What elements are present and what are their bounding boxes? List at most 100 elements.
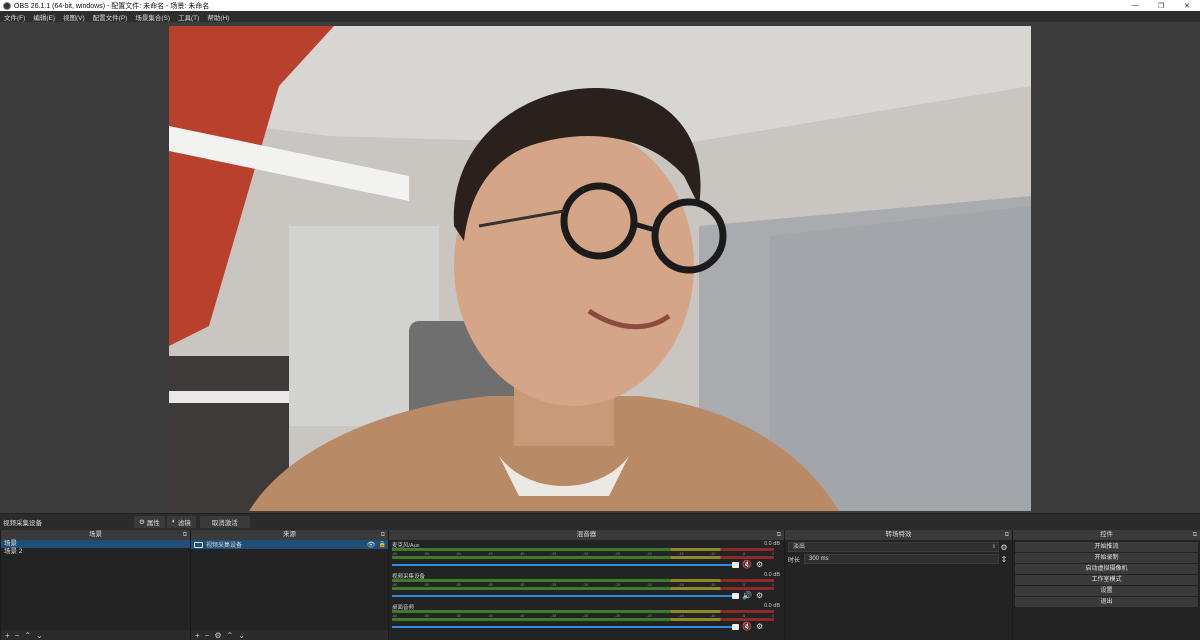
source-item[interactable]: 视频采集设备 👁 🔒: [191, 540, 388, 549]
volume-meter: [392, 579, 774, 582]
volume-meter: [392, 556, 774, 559]
volume-slider-handle[interactable]: [732, 623, 739, 630]
move-down-icon[interactable]: ⌄: [238, 631, 245, 640]
properties-button[interactable]: ⚙ 属性: [134, 515, 165, 528]
sources-list: 视频采集设备 👁 🔒: [191, 540, 388, 630]
close-button[interactable]: ✕: [1174, 0, 1200, 11]
menu-scene-collection[interactable]: 场景集合(S): [131, 12, 174, 22]
speaker-icon[interactable]: 🔊: [742, 591, 752, 600]
transitions-dock: 转场特效 ⧉ 淡出 ⇕ ⚙ 时长 300 ms ⇕: [784, 530, 1012, 640]
menu-tools[interactable]: 工具(T): [174, 12, 203, 22]
undock-icon[interactable]: ⧉: [183, 530, 187, 540]
controls-dock: 控件 ⧉ 开始推流 开始录制 启动虚拟摄像机 工作室模式 设置 退出: [1012, 530, 1200, 640]
meter-scale: -60 -55 -50 -45 -40 -35 -30 -25 -20 -15 -10 -5 0: [392, 552, 774, 556]
exit-button[interactable]: 退出: [1015, 597, 1198, 607]
remove-source-icon[interactable]: −: [205, 631, 210, 640]
duration-field[interactable]: 300 ms: [804, 554, 999, 564]
source-item-label: 视频采集设备: [206, 543, 243, 549]
volume-slider-handle[interactable]: [732, 561, 739, 568]
gear-icon: ⚙: [139, 518, 145, 526]
scenes-dock: 场景 ⧉ 场景 场景 2 + − ⌃ ⌄: [0, 530, 190, 640]
filters-button[interactable]: ◐ 滤镜: [166, 515, 196, 528]
filter-icon: ◐: [171, 518, 176, 525]
scenes-title: 场景: [89, 531, 102, 538]
move-up-icon[interactable]: ⌃: [227, 631, 234, 640]
volume-slider-handle[interactable]: [732, 592, 739, 599]
duration-value: 300 ms: [809, 556, 829, 562]
controls-title: 控件: [1100, 531, 1113, 538]
start-streaming-button[interactable]: 开始推流: [1015, 542, 1198, 552]
studio-mode-button[interactable]: 工作室模式: [1015, 575, 1198, 585]
transition-selected: 淡出: [793, 544, 806, 550]
menu-file[interactable]: 文件(F): [0, 12, 29, 22]
menu-view[interactable]: 视图(V): [59, 12, 89, 22]
add-scene-icon[interactable]: +: [5, 631, 10, 640]
chevron-updown-icon: ⇕: [991, 544, 996, 550]
window-title: OBS 26.1.1 (64-bit, windows) - 配置文件: 未命名…: [14, 2, 210, 10]
mixer-dock: 混音器 ⧉ 麦克风/Aux 0.0 dB -60 -55 -50 -45 -40 -35-…: [388, 530, 784, 640]
transition-select[interactable]: 淡出 ⇕: [788, 542, 999, 552]
lock-icon[interactable]: 🔒: [379, 541, 386, 548]
duration-spin-icon[interactable]: ⇕: [999, 555, 1009, 564]
undock-icon[interactable]: ⧉: [381, 530, 385, 540]
mixer-channels: 麦克风/Aux 0.0 dB -60 -55 -50 -45 -40 -35 -30 -25-…: [389, 540, 784, 640]
source-gear-icon[interactable]: ⚙: [214, 631, 221, 640]
add-source-icon[interactable]: +: [195, 631, 200, 640]
scene-item[interactable]: 场景 2: [1, 548, 190, 556]
filters-label: 滤镜: [177, 519, 191, 527]
maximize-button[interactable]: ❐: [1148, 0, 1174, 11]
move-down-icon[interactable]: ⌄: [36, 631, 43, 640]
channel-level: 0.0 dB: [764, 541, 780, 547]
scene-item[interactable]: 场景: [1, 540, 190, 548]
settings-button[interactable]: 设置: [1015, 586, 1198, 596]
channel-name: 视频采集设备: [392, 574, 426, 580]
channel-gear-icon[interactable]: ⚙: [756, 622, 763, 631]
mixer-title: 混音器: [576, 531, 597, 538]
duration-label: 时长: [788, 557, 801, 564]
channel-gear-icon[interactable]: ⚙: [756, 591, 763, 600]
speaker-muted-icon[interactable]: 🔇: [742, 560, 752, 569]
transitions-title: 转场特效: [885, 531, 912, 538]
speaker-muted-icon[interactable]: 🔇: [742, 622, 752, 631]
start-virtual-camera-button[interactable]: 启动虚拟摄像机: [1015, 564, 1198, 574]
undock-icon[interactable]: ⧉: [1193, 530, 1197, 540]
menu-profile[interactable]: 配置文件(P): [89, 12, 132, 22]
undock-icon[interactable]: ⧉: [777, 530, 781, 540]
source-toolbar: 视频采集设备 ⚙ 属性 ◐ 滤镜 取消激活: [0, 513, 1200, 529]
remove-scene-icon[interactable]: −: [15, 631, 20, 640]
preview-area: [0, 22, 1200, 513]
obs-logo-icon: [3, 1, 11, 10]
move-up-icon[interactable]: ⌃: [24, 631, 31, 640]
deactivate-button[interactable]: 取消激活: [199, 515, 250, 528]
volume-slider[interactable]: [392, 592, 739, 599]
scenes-list: 场景 场景 2: [1, 540, 190, 630]
volume-slider[interactable]: [392, 561, 739, 568]
volume-meter: [392, 548, 774, 551]
volume-meter: [392, 587, 774, 590]
camera-icon: [194, 541, 203, 548]
minimize-button[interactable]: —: [1122, 0, 1148, 11]
eye-icon[interactable]: 👁: [367, 541, 376, 549]
volume-meter: [392, 618, 774, 621]
mixer-channel-video-capture: 视频采集设备 0.0 dB -60 -55 -50 -45 -40 -35 -30 -25 -2…: [389, 571, 784, 602]
current-source-name: 视频采集设备: [3, 519, 42, 527]
meter-scale: -60 -55 -50 -45 -40 -35 -30 -25 -20 -15 -10 -5 0: [392, 583, 774, 587]
volume-slider[interactable]: [392, 623, 739, 630]
title-bar: OBS 26.1.1 (64-bit, windows) - 配置文件: 未命名…: [0, 0, 1200, 11]
channel-name: 麦克风/Aux: [392, 543, 420, 549]
menu-edit[interactable]: 编辑(E): [29, 12, 59, 22]
mixer-channel-desktop-audio: 桌面音频 0.0 dB -60 -55 -50 -45 -40 -35 -30 -25 -20-…: [389, 602, 784, 633]
channel-level: 0.0 dB: [764, 603, 780, 609]
mixer-channel-mic: 麦克风/Aux 0.0 dB -60 -55 -50 -45 -40 -35 -30 -25-…: [389, 540, 784, 571]
menu-bar: 文件(F) 编辑(E) 视图(V) 配置文件(P) 场景集合(S) 工具(T) …: [0, 11, 1200, 22]
volume-meter: [392, 610, 774, 613]
channel-gear-icon[interactable]: ⚙: [756, 560, 763, 569]
menu-help[interactable]: 帮助(H): [203, 12, 233, 22]
meter-scale: -60 -55 -50 -45 -40 -35 -30 -25 -20 -15 -10 -5 0: [392, 614, 774, 618]
undock-icon[interactable]: ⧉: [1005, 530, 1009, 540]
video-preview[interactable]: [169, 26, 1031, 511]
webcam-image: [169, 26, 1031, 511]
transition-gear-icon[interactable]: ⚙: [999, 543, 1009, 552]
start-recording-button[interactable]: 开始录制: [1015, 553, 1198, 563]
channel-name: 桌面音频: [392, 605, 415, 611]
